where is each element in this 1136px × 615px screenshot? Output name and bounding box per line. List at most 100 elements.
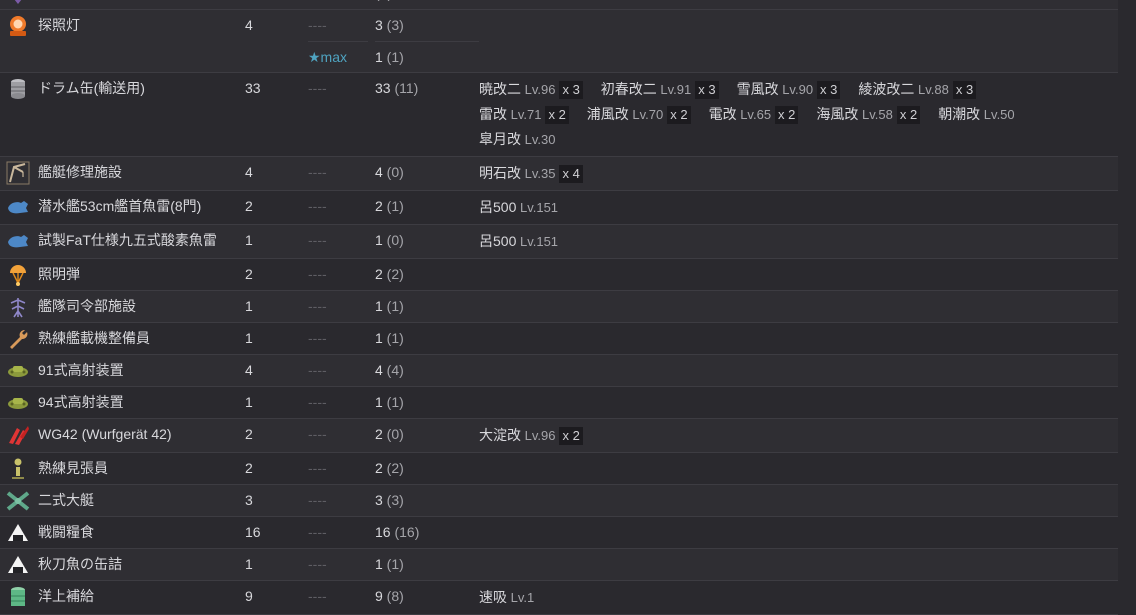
ship-entry[interactable]: 速吸 Lv.1 <box>479 585 534 610</box>
ship-entry[interactable]: 雪風改 Lv.90 x 3 <box>737 77 841 102</box>
equip-multiplier: x 3 <box>817 81 841 99</box>
improvement-level: ---- <box>308 524 327 540</box>
equipment-count: 1 (1) <box>375 41 479 73</box>
equipment-name: 91式高射装置 <box>38 362 124 378</box>
equipment-row: 洋上補給 9 ---- 9 (8) 速吸 Lv.1 <box>0 581 1118 615</box>
spare-count: (0) <box>382 232 404 248</box>
ship-entry[interactable]: 初春改二 Lv.91 x 3 <box>601 77 719 102</box>
equipment-total: 3 <box>245 492 253 508</box>
ship-level: Lv.91 <box>656 82 692 97</box>
equipment-row-line: 二式大艇 3 ---- 3 (3) <box>0 485 1118 516</box>
ship-level: Lv.151 <box>516 200 559 215</box>
count-value: 33 <box>375 80 391 96</box>
equipment-count: 1 (1) <box>375 291 479 322</box>
equipment-total: 1 <box>245 232 253 248</box>
equip-multiplier: x 2 <box>559 427 583 445</box>
count-value: 1 <box>375 49 383 65</box>
improvement-level: ---- <box>308 80 327 96</box>
rocket-launcher-icon <box>6 423 30 447</box>
ship-name: 速吸 <box>479 589 507 605</box>
equipment-row: ドラム缶(輸送用) 33 ---- 33 (11) 暁改二 Lv.96 x 3 初春改二 L… <box>0 73 1118 157</box>
ship-name: 呂500 <box>479 233 517 249</box>
lookout-icon <box>6 457 30 481</box>
aa-director-icon <box>6 391 30 415</box>
ship-entry[interactable]: 呂500 Lv.151 <box>479 229 558 254</box>
equipped-ships: 大淀改 Lv.96 x 2 <box>479 423 1099 448</box>
ship-level: Lv.96 <box>521 82 556 97</box>
equipment-count: 2 (1) <box>375 191 479 222</box>
equipment-row: 試製FaT仕様九五式酸素魚雷 1 ---- 1 (0) 呂500 Lv.151 <box>0 225 1118 259</box>
supply-canister-icon <box>6 585 30 609</box>
ship-entry[interactable]: 大淀改 Lv.96 x 2 <box>479 423 583 448</box>
equip-multiplier: x 2 <box>775 106 799 124</box>
equipment-total: 2 <box>245 198 253 214</box>
improvement-level: ---- <box>308 588 327 604</box>
equipment-row: WG42 (Wurfgerät 42) 2 ---- 2 (0) 大淀改 Lv.96 x … <box>0 419 1118 453</box>
equipped-ships: 呂500 Lv.151 <box>479 195 1099 220</box>
equipment-row-line: 秋刀魚の缶詰 1 ---- 1 (1) <box>0 549 1118 580</box>
ship-entry[interactable]: 海風改 Lv.58 x 2 <box>816 102 921 127</box>
ship-entry[interactable]: 明石改 Lv.35 x 4 <box>479 161 583 186</box>
equipment-count: 33 (11) <box>375 73 479 104</box>
equipment-name: 探照灯 <box>38 17 80 33</box>
ship-entry[interactable]: 朝潮改 Lv.50 <box>938 102 1014 127</box>
improvement-level: ---- <box>308 330 327 346</box>
equip-multiplier: x 3 <box>695 81 719 99</box>
equipment-count: 1 (0) <box>375 225 479 256</box>
equipment-row-line: ★max 1 (1) <box>0 41 1118 72</box>
ship-level: Lv.35 <box>521 166 556 181</box>
equipment-row-line: 熟練艦載機整備員 1 ---- 1 (1) <box>0 323 1118 354</box>
ship-entry[interactable]: 電改 Lv.65 x 2 <box>709 102 799 127</box>
ship-name: 大淀改 <box>479 427 521 443</box>
equipment-total: 1 <box>245 556 253 572</box>
ship-entry[interactable]: 浦風改 Lv.70 x 2 <box>587 102 691 127</box>
ship-name: 綾波改二 <box>858 81 915 97</box>
spare-count: (1) <box>375 0 392 1</box>
equipment-name: 照明弾 <box>38 266 80 282</box>
equipment-total: 2 <box>245 426 253 442</box>
equipment-name: WG42 (Wurfgerät 42) <box>38 426 172 442</box>
searchlight-icon <box>6 14 30 38</box>
ship-entry[interactable]: 綾波改二 Lv.88 x 3 <box>858 77 977 102</box>
count-value: 1 <box>375 298 383 314</box>
ship-entry[interactable]: 呂500 Lv.151 <box>479 195 558 220</box>
equipment-total: 16 <box>245 524 261 540</box>
ship-entry[interactable]: 雷改 Lv.71 x 2 <box>479 102 569 127</box>
count-value: 16 <box>375 524 391 540</box>
equipment-count: 3 (3) <box>375 485 479 516</box>
equipment-row-line: 照明弾 2 ---- 2 (2) <box>0 259 1118 290</box>
count-value: 2 <box>375 460 383 476</box>
improvement-level: ---- <box>308 556 327 572</box>
count-value: 1 <box>375 556 383 572</box>
ship-level: Lv.71 <box>507 107 542 122</box>
ship-name: 初春改二 <box>600 81 657 97</box>
equipment-row: 91式高射装置 4 ---- 4 (4) <box>0 355 1118 387</box>
ship-name: 呂500 <box>479 199 517 215</box>
improvement-level: ---- <box>308 492 327 508</box>
ship-name: 雪風改 <box>736 81 779 97</box>
equipment-total: 2 <box>245 460 253 476</box>
wrench-icon <box>6 327 30 351</box>
equipment-count: 16 (16) <box>375 517 479 548</box>
count-value: 2 <box>375 266 383 282</box>
equipment-count: 4 (0) <box>375 157 479 188</box>
equipment-count: 2 (0) <box>375 419 479 450</box>
submarine-torpedo-icon <box>6 195 30 219</box>
ship-level: Lv.50 <box>980 107 1015 122</box>
ship-level: Lv.96 <box>521 428 556 443</box>
spare-count: (2) <box>382 266 404 282</box>
equipment-total: 4 <box>245 164 253 180</box>
ship-level: Lv.58 <box>858 107 893 122</box>
improvement-level: ---- <box>308 460 327 476</box>
spare-count: (1) <box>382 49 404 65</box>
equipment-row: 探照灯 4 ---- 3 (3) ★max 1 (1) <box>0 10 1118 73</box>
equipped-ships: 暁改二 Lv.96 x 3 初春改二 Lv.91 x 3 雪風改 Lv.90 x 3 綾波改… <box>479 77 1099 152</box>
ship-entry[interactable]: 暁改二 Lv.96 x 3 <box>479 77 583 102</box>
equip-multiplier: x 2 <box>545 106 569 124</box>
equipment-table: (1)探照灯4----3 (3)★max1 (1)ドラム缶(輸送用)33----… <box>0 0 1118 615</box>
spare-count: (3) <box>382 492 404 508</box>
count-value: 4 <box>375 164 383 180</box>
ship-level: Lv.1 <box>507 590 535 605</box>
ship-entry[interactable]: 皐月改 Lv.30 <box>479 127 555 152</box>
ship-name: 朝潮改 <box>938 106 981 122</box>
